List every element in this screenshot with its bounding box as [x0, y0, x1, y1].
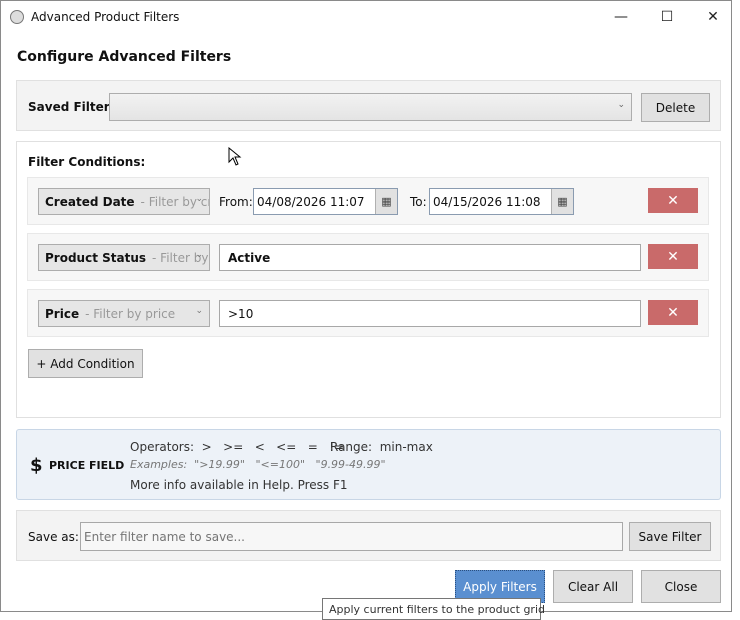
clear-all-button[interactable]: Clear All	[553, 570, 633, 603]
save-filter-panel: Save as: Save Filter	[16, 510, 721, 561]
saved-filters-combo[interactable]: ⌄	[109, 93, 632, 121]
saved-filters-label: Saved Filters:	[28, 100, 122, 114]
chevron-down-icon: ⌄	[195, 306, 203, 316]
dialog-window: Advanced Product Filters — ☐ ✕ Configure…	[0, 0, 732, 612]
filter-name-input[interactable]	[80, 522, 623, 551]
help-info-panel: $ PRICE FIELD Operators: > >= < <= = != …	[16, 429, 721, 500]
field-dropdown[interactable]: Product Status - Filter by ⌄	[38, 244, 210, 271]
field-dropdown[interactable]: Price - Filter by price ⌄	[38, 300, 210, 327]
filter-conditions-panel: Filter Conditions: Created Date - Filter …	[16, 141, 721, 418]
saved-filters-panel: Saved Filters: ⌄ Delete	[16, 80, 721, 131]
save-filter-button[interactable]: Save Filter	[629, 522, 711, 551]
condition-row: Created Date - Filter by cr ⌄ From: 04/08/…	[27, 177, 709, 225]
save-as-label: Save as:	[28, 530, 79, 544]
filter-conditions-label: Filter Conditions:	[28, 155, 146, 169]
examples-text: Examples: ">19.99" "<=100" "9.99-49.99"	[130, 458, 386, 471]
remove-condition-button[interactable]: ✕	[648, 300, 698, 325]
add-condition-button[interactable]: + Add Condition	[28, 349, 143, 378]
minimize-button[interactable]: —	[598, 1, 644, 33]
field-dropdown[interactable]: Created Date - Filter by cr ⌄	[38, 188, 210, 215]
chevron-down-icon: ⌄	[195, 194, 203, 204]
page-title: Configure Advanced Filters	[17, 49, 232, 65]
remove-condition-button[interactable]: ✕	[648, 188, 698, 213]
to-label: To:	[410, 195, 427, 209]
condition-row: Price - Filter by price ⌄ >10 ✕	[27, 289, 709, 337]
window-title: Advanced Product Filters	[31, 10, 180, 24]
info-title: PRICE FIELD	[49, 459, 125, 472]
calendar-icon[interactable]: ▦	[551, 189, 573, 214]
price-value-input[interactable]: >10	[219, 300, 641, 327]
tooltip: Apply current filters to the product gri…	[322, 598, 545, 620]
operators-text: Operators: > >= < <= = !=	[130, 440, 345, 454]
delete-button[interactable]: Delete	[641, 93, 710, 122]
to-date-picker[interactable]: 04/15/2026 11:08 ▦	[429, 188, 574, 215]
from-date-picker[interactable]: 04/08/2026 11:07 ▦	[253, 188, 398, 215]
close-button[interactable]: Close	[641, 570, 721, 603]
remove-condition-button[interactable]: ✕	[648, 244, 698, 269]
chevron-down-icon: ⌄	[617, 100, 625, 110]
help-hint-text: More info available in Help. Press F1	[130, 478, 348, 492]
condition-row: Product Status - Filter by ⌄ Active ✕	[27, 233, 709, 281]
close-window-button[interactable]: ✕	[690, 1, 736, 33]
maximize-button[interactable]: ☐	[644, 1, 690, 33]
chevron-down-icon: ⌄	[195, 250, 203, 260]
from-label: From:	[219, 195, 253, 209]
dollar-icon: $	[30, 455, 43, 476]
status-value-input[interactable]: Active	[219, 244, 641, 271]
mouse-cursor-icon	[228, 147, 242, 166]
calendar-icon[interactable]: ▦	[375, 189, 397, 214]
app-icon	[10, 10, 24, 24]
range-text: Range: min-max	[330, 440, 433, 454]
